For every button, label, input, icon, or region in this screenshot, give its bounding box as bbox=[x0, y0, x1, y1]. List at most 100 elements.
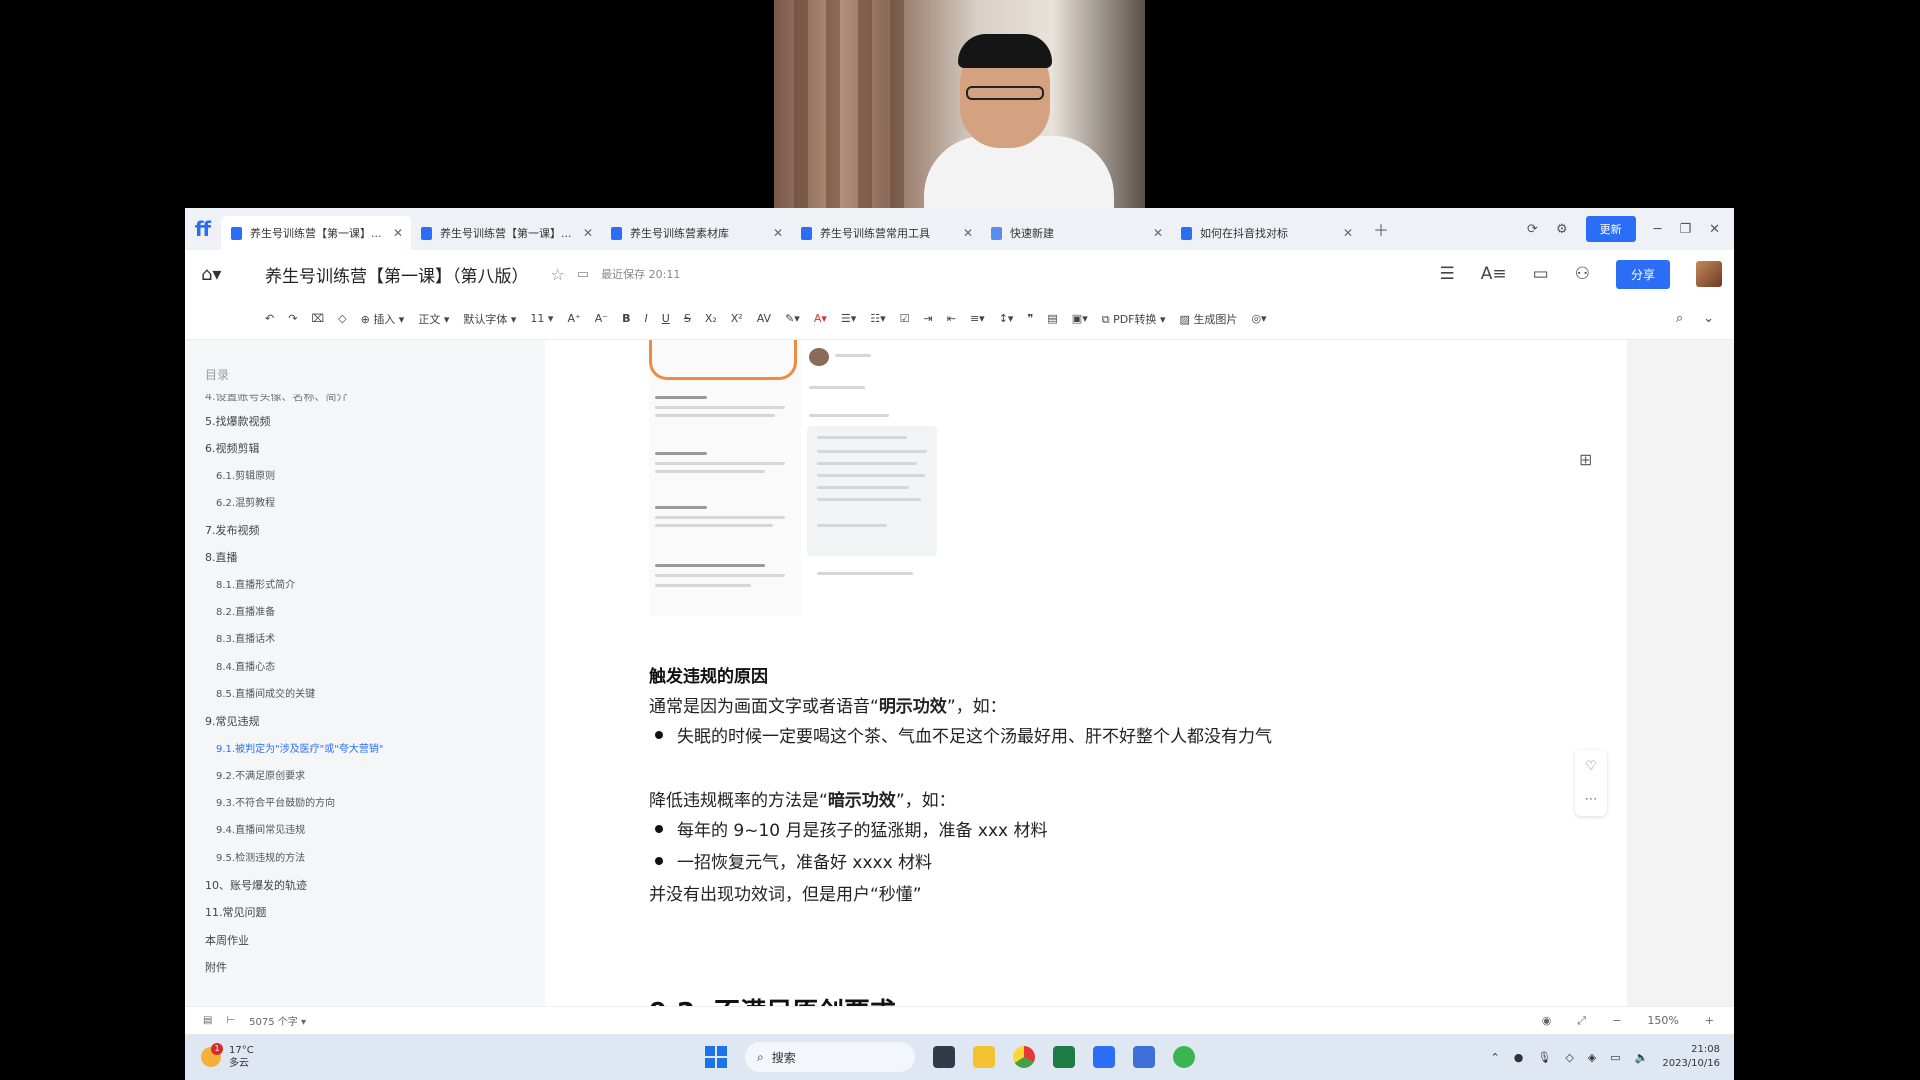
outdent-icon[interactable]: ⇤ bbox=[947, 312, 956, 325]
present-icon[interactable]: ▭ bbox=[1533, 264, 1549, 284]
home-icon[interactable]: ⌂▾ bbox=[201, 264, 235, 285]
toc-item[interactable]: 9.3.不符合平台鼓励的方向 bbox=[205, 790, 535, 817]
toc-item[interactable]: 8.5.直播间成交的关键 bbox=[205, 681, 535, 708]
toc-item[interactable]: 4.设置账号头像、名称、简介 bbox=[205, 394, 535, 408]
numbered-list-icon[interactable]: ☷▾ bbox=[870, 312, 885, 325]
bold-icon[interactable]: B bbox=[622, 312, 630, 325]
shield-icon[interactable]: ♡ bbox=[1585, 759, 1597, 774]
quote-icon[interactable]: ❞ bbox=[1027, 312, 1033, 325]
toc-item[interactable]: 5.找爆款视频 bbox=[205, 408, 535, 435]
comment-icon[interactable]: ▤ bbox=[1047, 312, 1057, 325]
toc-item[interactable]: 6.视频剪辑 bbox=[205, 435, 535, 462]
toc-item[interactable]: 8.1.直播形式简介 bbox=[205, 572, 535, 599]
checklist-icon[interactable]: ☑ bbox=[900, 312, 910, 325]
start-menu-icon[interactable] bbox=[705, 1046, 727, 1068]
bullet-list-icon[interactable]: ☰▾ bbox=[841, 312, 856, 325]
italic-icon[interactable]: I bbox=[645, 312, 648, 325]
toc-item[interactable]: 8.直播 bbox=[205, 544, 535, 571]
update-button[interactable]: 更新 bbox=[1585, 216, 1636, 242]
toc-item[interactable]: 6.1.剪辑原则 bbox=[205, 463, 535, 490]
indent-icon[interactable]: ⇥ bbox=[924, 312, 933, 325]
word-count[interactable]: 5075 个字 ▾ bbox=[249, 1013, 306, 1028]
close-icon[interactable]: ✕ bbox=[583, 226, 593, 240]
tab-doc-4[interactable]: 养生号训练营常用工具 ✕ bbox=[791, 216, 981, 250]
settings-icon[interactable]: ⚙ bbox=[1556, 222, 1568, 237]
clear-format-icon[interactable]: ◇ bbox=[338, 312, 346, 325]
focus-icon[interactable]: ◉ bbox=[1542, 1014, 1552, 1027]
tray-app-icon[interactable]: ● bbox=[1514, 1051, 1524, 1064]
app-logo-icon[interactable]: ff bbox=[185, 208, 221, 250]
taskbar-search[interactable]: ⌕ 搜索 bbox=[745, 1042, 915, 1072]
toc-item[interactable]: 8.3.直播话术 bbox=[205, 626, 535, 653]
toc-item[interactable]: 7.发布视频 bbox=[205, 517, 535, 544]
tab-quick-new[interactable]: 快速新建 ✕ bbox=[981, 216, 1171, 250]
size-select[interactable]: 11 ▾ bbox=[530, 312, 553, 325]
font-select[interactable]: 默认字体 ▾ bbox=[463, 311, 516, 327]
toc-item[interactable]: 10、账号爆发的轨迹 bbox=[205, 872, 535, 899]
superscript-icon[interactable]: X² bbox=[731, 312, 743, 325]
close-window-icon[interactable]: ✕ bbox=[1709, 222, 1720, 237]
tab-doc-6[interactable]: 如何在抖音找对标 ✕ bbox=[1171, 216, 1361, 250]
display-icon[interactable]: ▭ bbox=[1610, 1051, 1620, 1064]
volume-icon[interactable]: 🔈 bbox=[1635, 1051, 1649, 1064]
chevron-down-icon[interactable]: ⌄ bbox=[1703, 311, 1714, 326]
microphone-icon[interactable]: 🎙 bbox=[1537, 1051, 1551, 1064]
toc-item[interactable]: 8.2.直播准备 bbox=[205, 599, 535, 626]
toc-item[interactable]: 9.5.检测违规的方法 bbox=[205, 845, 535, 872]
file-explorer-icon[interactable] bbox=[973, 1046, 995, 1068]
tab-doc-1[interactable]: 养生号训练营【第一课】... ✕ bbox=[221, 216, 411, 250]
new-tab-icon[interactable]: ＋ bbox=[1373, 217, 1389, 241]
strikethrough-icon[interactable]: S bbox=[684, 312, 691, 325]
style-select[interactable]: 正文 ▾ bbox=[418, 311, 449, 327]
chrome-icon[interactable] bbox=[1013, 1046, 1035, 1068]
toc-item[interactable]: 11.常见问题 bbox=[205, 899, 535, 926]
doc-title[interactable]: 养生号训练营【第一课】（第八版） bbox=[265, 262, 529, 287]
security-icon[interactable]: ◈ bbox=[1588, 1051, 1596, 1064]
network-icon[interactable]: ◇ bbox=[1565, 1051, 1573, 1064]
grow-font-icon[interactable]: A⁺ bbox=[567, 312, 580, 325]
close-icon[interactable]: ✕ bbox=[393, 226, 403, 240]
minimize-icon[interactable]: ─ bbox=[1654, 222, 1662, 237]
font-panel-icon[interactable]: A≡ bbox=[1481, 264, 1507, 284]
toc-item[interactable]: 9.常见违规 bbox=[205, 708, 535, 735]
close-icon[interactable]: ✕ bbox=[1153, 226, 1163, 240]
font-color-icon[interactable]: A▾ bbox=[814, 312, 827, 325]
restore-icon[interactable]: ❐ bbox=[1679, 222, 1691, 237]
spacing-icon[interactable]: AV bbox=[757, 312, 771, 325]
toc-item[interactable]: 9.2.不满足原创要求 bbox=[205, 763, 535, 790]
redo-icon[interactable]: ↷ bbox=[288, 312, 297, 325]
clock[interactable]: 21:08 2023/10/16 bbox=[1662, 1043, 1720, 1071]
share-button[interactable]: 分享 bbox=[1615, 259, 1670, 289]
insert-button[interactable]: ⊕ 插入 ▾ bbox=[361, 311, 405, 327]
toc-item[interactable]: 9.4.直播间常见违规 bbox=[205, 817, 535, 844]
zoom-level[interactable]: 150% bbox=[1647, 1014, 1678, 1027]
avatar[interactable] bbox=[1696, 261, 1722, 287]
generate-image-button[interactable]: ▨ 生成图片 bbox=[1180, 311, 1238, 327]
fullscreen-icon[interactable]: ⤢ bbox=[1577, 1014, 1586, 1028]
toc-item[interactable]: 8.4.直播心态 bbox=[205, 654, 535, 681]
tab-doc-3[interactable]: 养生号训练营素材库 ✕ bbox=[601, 216, 791, 250]
menu-icon[interactable]: ☰ bbox=[1440, 264, 1455, 284]
wps-icon[interactable] bbox=[1093, 1046, 1115, 1068]
tab-doc-2[interactable]: 养生号训练营【第一课】... ✕ bbox=[411, 216, 601, 250]
image-icon[interactable]: ▣▾ bbox=[1072, 312, 1088, 325]
more-tools-icon[interactable]: ◎▾ bbox=[1251, 312, 1266, 325]
undo-icon[interactable]: ↶ bbox=[265, 312, 274, 325]
toc-item[interactable]: 9.1.被判定为"涉及医疗"或"夸大营销" bbox=[205, 736, 535, 763]
add-comment-icon[interactable]: ⊞ bbox=[1579, 450, 1592, 469]
more-icon[interactable]: ⋯ bbox=[1585, 792, 1598, 807]
pdf-convert-button[interactable]: ⧉ PDF转换 ▾ bbox=[1102, 311, 1166, 327]
outline-icon[interactable]: ▤ bbox=[203, 1015, 212, 1026]
toc-item[interactable]: 附件 bbox=[205, 954, 535, 981]
excel-icon[interactable] bbox=[1053, 1046, 1075, 1068]
close-icon[interactable]: ✕ bbox=[1343, 226, 1353, 240]
toc-item[interactable]: 6.2.混剪教程 bbox=[205, 490, 535, 517]
close-icon[interactable]: ✕ bbox=[963, 226, 973, 240]
highlight-icon[interactable]: ✎▾ bbox=[785, 312, 800, 325]
close-icon[interactable]: ✕ bbox=[773, 226, 783, 240]
format-painter-icon[interactable]: ⌧ bbox=[311, 312, 324, 325]
ruler-icon[interactable]: ⊢ bbox=[226, 1015, 235, 1026]
zoom-out-icon[interactable]: − bbox=[1612, 1014, 1621, 1027]
underline-icon[interactable]: U bbox=[662, 312, 670, 325]
zoom-in-icon[interactable]: + bbox=[1705, 1014, 1714, 1027]
